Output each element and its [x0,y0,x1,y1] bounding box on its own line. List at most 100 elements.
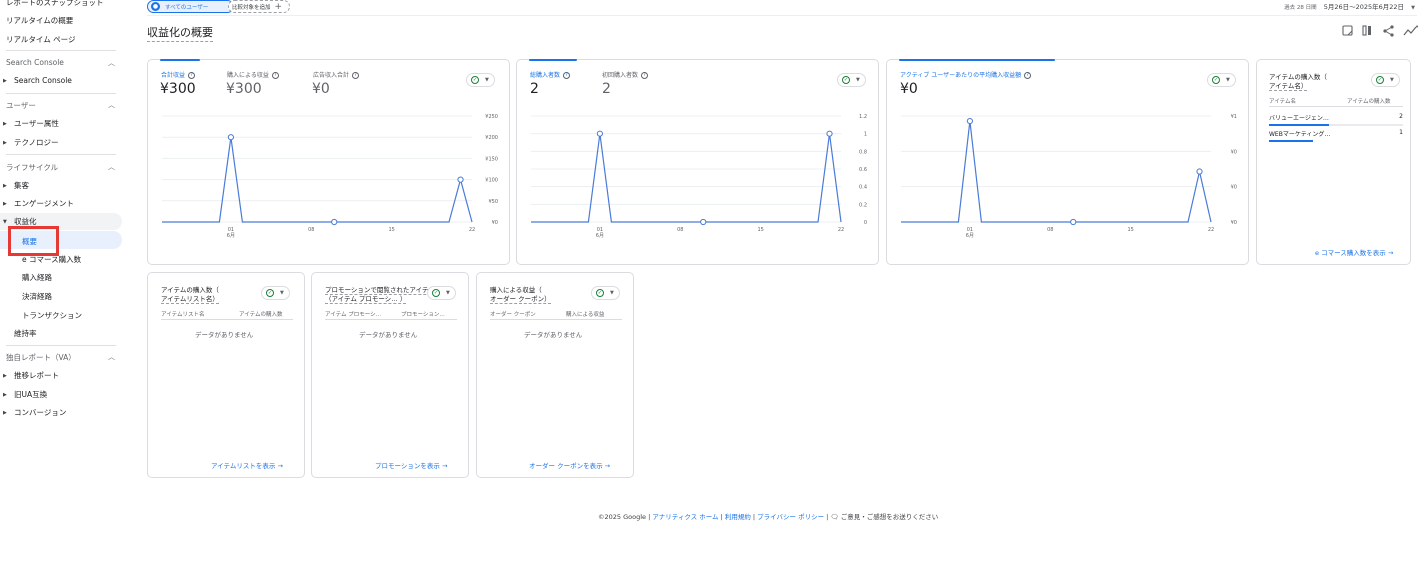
no-data-message: データがありません [195,331,254,339]
footer-feedback[interactable]: ご意見・ご感想をお送りください [841,513,939,521]
list-item-name: WEBマーケティング… [1269,131,1331,138]
revenue-line-chart: ¥250¥200¥150¥100¥50¥0016月08 15 22 [162,114,498,239]
sidebar-section-lifecycle[interactable]: ライフサイクル [6,162,58,173]
data-point [1070,218,1077,226]
help-icon[interactable]: ? [641,72,649,79]
view-item-list-link[interactable]: アイテムリストを表示 → [211,460,283,470]
no-data-message: データがありません [359,331,418,339]
view-coupon-link[interactable]: オーダー クーポンを表示 → [529,460,610,470]
header-divider [147,15,1417,16]
sidebar-item-demographics[interactable]: ユーザー属性 [14,118,59,129]
feedback-icon[interactable]: 🗨 [830,513,838,521]
sidebar-item-retention[interactable]: 維持率 [14,328,37,339]
segment-icon: ● [151,2,160,11]
metric-label-total-revenue[interactable]: 合計収益? [161,70,196,79]
sidebar-subitem-checkout-path[interactable]: 決済経路 [22,291,52,302]
metric-value-purchase-revenue: ¥300 [226,81,262,97]
x-tick-label: 15 [388,227,394,233]
metric-label-ad-revenue[interactable]: 広告収入合計? [313,70,360,79]
x-month-label: 6月 [227,233,235,239]
sidebar-section-search-console[interactable]: Search Console [6,58,64,67]
sidebar-subitem-purchase-path[interactable]: 購入経路 [22,272,52,283]
sidebar-item-acquisition[interactable]: 集客 [14,180,29,191]
data-quality-button[interactable]: ✓ ▼ [1371,73,1400,87]
sidebar-item-conversions[interactable]: コンバージョン [14,407,66,418]
sidebar-section-users[interactable]: ユーザー [6,100,36,111]
date-range-value: 5月26日～2025年6月22日 [1323,3,1405,11]
y-tick-label: 0.4 [859,185,867,191]
data-quality-button[interactable]: ✓ ▼ [261,286,290,300]
footer-link-terms[interactable]: 利用規約 [725,513,751,521]
x-tick-label: 15 [757,227,763,233]
view-ecommerce-link[interactable]: e コマース購入数を表示 → [1315,247,1393,257]
sidebar-subitem-transactions[interactable]: トランザクション [22,310,82,321]
x-tick-label: 08 [677,227,683,233]
sidebar-item-realtime-overview[interactable]: リアルタイムの概要 [6,15,73,26]
data-quality-button[interactable]: ✓ ▼ [427,286,456,300]
y-tick-label: 0.8 [859,149,867,155]
sidebar-section-custom[interactable]: 独自レポート（VA） [6,352,76,363]
help-icon[interactable]: ? [563,72,571,79]
compare-icon[interactable] [1362,25,1371,36]
segment-chip-label: すべてのユーザー [165,4,209,11]
sidebar-item-trend[interactable]: 推移レポート [14,370,59,381]
column-header-coupon: オーダー クーポン [490,312,536,318]
chevron-up-icon[interactable]: ︿ [108,162,115,172]
footer-link-privacy[interactable]: プライバシー ポリシー [757,513,824,521]
arrow-right-icon: → [1387,249,1394,257]
help-icon[interactable]: ? [271,72,279,79]
y-tick-label: ¥0 [1231,185,1237,191]
sidebar-item-ua-compat[interactable]: 旧UA互換 [14,389,47,400]
caret-right-icon: ▶ [3,201,7,207]
add-comparison-button[interactable]: 比較対象を追加 + [228,0,290,13]
metric-label-purchase-revenue[interactable]: 購入による収益? [227,70,279,79]
data-point [826,130,833,137]
chevron-down-icon: ▼ [1226,77,1230,83]
chevron-up-icon[interactable]: ︿ [108,352,115,362]
data-quality-button[interactable]: ✓ ▼ [466,73,495,87]
date-range-picker[interactable]: 過去 28 日間 5月26日～2025年6月22日 ▼ [1284,1,1415,11]
active-metric-indicator [160,59,200,61]
view-promotion-link[interactable]: プロモーションを表示 → [375,460,447,470]
active-metric-indicator [529,59,577,61]
metric-value-first-purchasers: 2 [602,81,611,97]
sidebar-item-engagement[interactable]: エンゲージメント [14,198,74,209]
sidebar-divider [6,154,116,155]
metric-label-first-purchasers[interactable]: 初回購入者数? [602,70,649,79]
chevron-up-icon[interactable]: ︿ [108,100,115,110]
y-tick-label: ¥0 [492,220,498,226]
sidebar-item-tech[interactable]: テクノロジー [14,137,59,148]
data-quality-button[interactable]: ✓ ▼ [1207,73,1236,87]
toolbar-icons [1342,25,1418,37]
help-icon[interactable]: ? [188,72,196,79]
help-icon[interactable]: ? [1024,72,1032,79]
metric-label-total-purchasers[interactable]: 総購入者数? [530,70,571,79]
caret-right-icon: ▶ [3,78,7,84]
sidebar-item-realtime-pages[interactable]: リアルタイム ページ [6,34,76,45]
sidebar-item-snapshot[interactable]: レポートのスナップショット [6,0,104,8]
data-point [227,134,234,141]
active-metric-indicator [899,59,1055,61]
arrow-right-icon: → [604,462,611,470]
highlight-box [8,226,59,256]
segment-chip[interactable]: ● すべてのユーザー [147,0,234,13]
data-quality-button[interactable]: ✓ ▼ [591,286,620,300]
data-quality-button[interactable]: ✓ ▼ [837,73,866,87]
header-divider [1269,106,1403,107]
sidebar-item-search-console[interactable]: Search Console [14,76,72,85]
share-icon[interactable] [1383,25,1394,37]
data-point [596,130,603,137]
footer-link-home[interactable]: アナリティクス ホーム [652,513,718,521]
list-item-value: 2 [1399,113,1403,120]
footer: ©2025 Google | アナリティクス ホーム | 利用規約 | プライバ… [598,513,939,521]
column-header-item-purchases: アイテムの購入数 [1347,99,1391,105]
card-title: 購入による収益（ オーダー クーポン） [490,286,551,304]
y-tick-label: ¥100 [485,178,498,184]
help-icon[interactable]: ? [352,72,360,79]
metric-label-arppu[interactable]: アクティブ ユーザーあたりの平均購入収益額? [900,70,1032,79]
x-tick-label: 08 [308,227,314,233]
chevron-up-icon[interactable]: ︿ [108,58,115,68]
edit-report-icon[interactable] [1342,25,1353,36]
chevron-down-icon: ▼ [446,290,450,296]
insights-icon[interactable] [1403,25,1418,36]
